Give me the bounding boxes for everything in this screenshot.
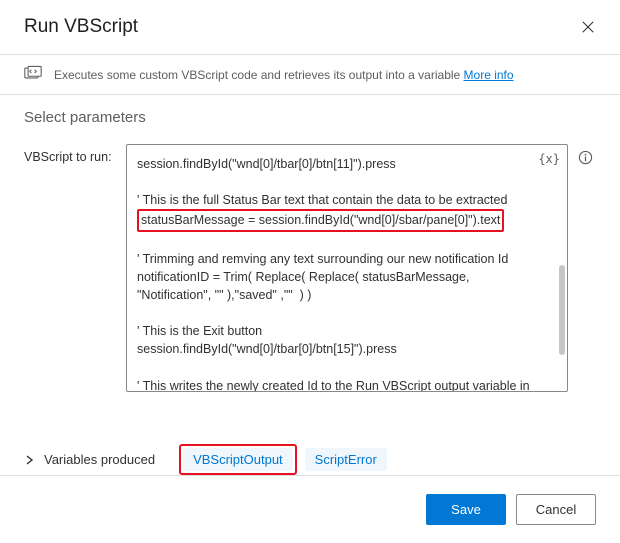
variables-label: Variables produced: [44, 452, 155, 467]
fx-icon[interactable]: {x}: [538, 152, 560, 166]
chip-scripterror[interactable]: ScriptError: [305, 448, 387, 471]
cancel-button[interactable]: Cancel: [516, 494, 596, 525]
variables-row: Variables produced VBScriptOutput Script…: [0, 426, 620, 475]
chevron-right-icon[interactable]: [24, 454, 36, 466]
script-icon: [24, 65, 42, 84]
vbscript-label: VBScript to run:: [24, 144, 116, 164]
dialog-title: Run VBScript: [24, 16, 138, 38]
info-icon[interactable]: [578, 144, 596, 165]
section-title: Select parameters: [24, 109, 596, 126]
info-text: Executes some custom VBScript code and r…: [54, 68, 514, 82]
chip-vbscriptoutput[interactable]: VBScriptOutput: [183, 448, 293, 471]
more-info-link[interactable]: More info: [464, 68, 514, 82]
vbscript-field-row: VBScript to run: session.findById("wnd[0…: [24, 144, 596, 392]
info-bar: Executes some custom VBScript code and r…: [0, 55, 620, 95]
close-icon[interactable]: [580, 19, 596, 35]
dialog-footer: Save Cancel: [0, 475, 620, 543]
highlight-statusbar-line: statusBarMessage = session.findById("wnd…: [137, 209, 504, 231]
vbscript-input[interactable]: session.findById("wnd[0]/tbar[0]/btn[11]…: [126, 144, 568, 392]
scrollbar[interactable]: [559, 265, 565, 355]
dialog-header: Run VBScript: [0, 0, 620, 54]
run-vbscript-dialog: Run VBScript Executes some custom VBScri…: [0, 0, 620, 543]
highlight-output-chip: VBScriptOutput: [179, 444, 297, 475]
save-button[interactable]: Save: [426, 494, 506, 525]
dialog-content: Select parameters VBScript to run: sessi…: [0, 95, 620, 426]
